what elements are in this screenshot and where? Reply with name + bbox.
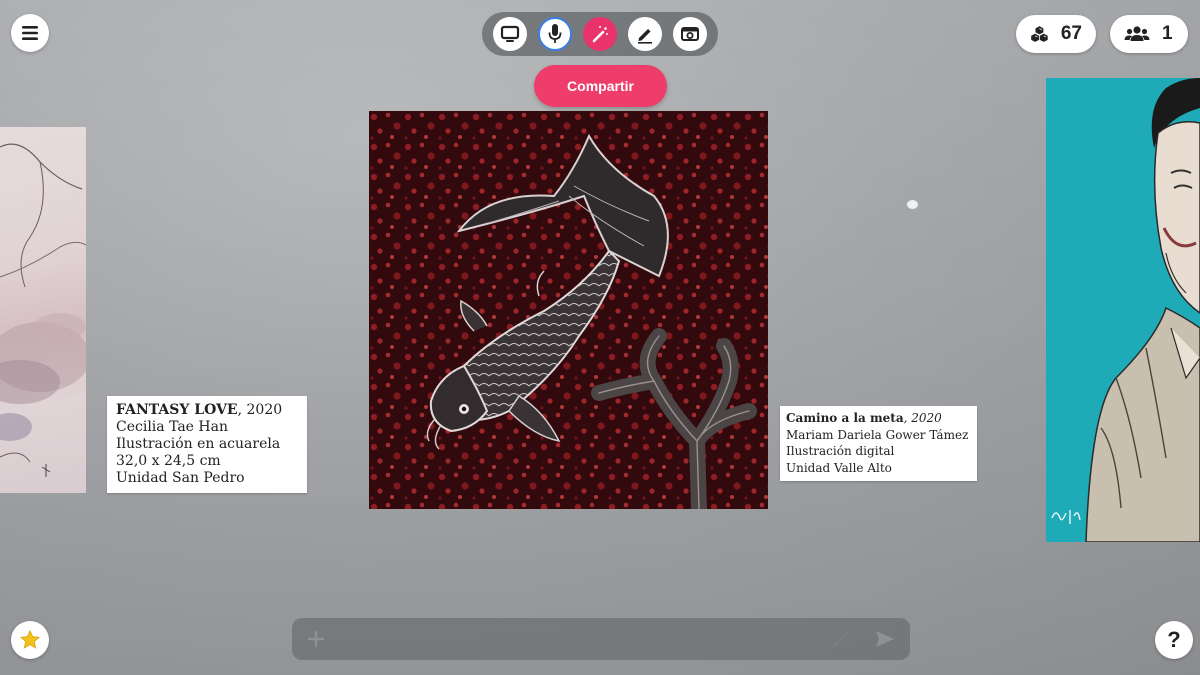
star-icon	[19, 629, 41, 649]
objects-counter[interactable]: 67	[1016, 15, 1096, 53]
microphone-icon	[548, 24, 562, 43]
send-icon[interactable]	[874, 629, 896, 649]
screen-icon	[501, 25, 520, 42]
artwork-center-label: Camino a la meta, 2020 Mariam Dariela Go…	[780, 406, 977, 481]
artwork-right-image[interactable]	[1046, 78, 1200, 542]
media-toolbar	[482, 12, 718, 56]
magic-wand-icon	[592, 26, 608, 43]
users-icon	[1124, 26, 1150, 41]
chat-bar	[292, 618, 910, 660]
artwork-left-year: , 2020	[237, 402, 283, 418]
artwork-center-artist: Mariam Dariela Gower Támez	[786, 427, 969, 442]
users-count: 1	[1162, 23, 1173, 44]
artwork-left-size: 32,0 x 24,5 cm	[116, 453, 221, 469]
wall-marker-dot	[907, 200, 918, 209]
artwork-center-title: Camino a la meta	[786, 411, 904, 425]
pen-icon	[637, 29, 652, 44]
question-mark-icon: ?	[1167, 627, 1181, 652]
screen-share-button[interactable]	[493, 17, 528, 51]
effects-button[interactable]	[582, 17, 617, 51]
pen-button[interactable]	[627, 17, 662, 51]
artwork-center-technique: Ilustración digital	[786, 444, 895, 458]
koi-fish-painting	[369, 111, 768, 509]
artwork-center-image[interactable]	[369, 111, 768, 509]
camera-button[interactable]	[672, 17, 707, 51]
cubes-icon	[1031, 26, 1048, 42]
share-button[interactable]: Compartir	[534, 65, 667, 107]
artwork-left-artist: Cecilia Tae Han	[116, 419, 228, 435]
objects-count: 67	[1060, 23, 1082, 44]
portrait-painting	[1051, 78, 1200, 542]
chat-input[interactable]	[340, 629, 830, 649]
camera-icon	[680, 27, 699, 41]
watercolor-painting	[0, 143, 86, 477]
magic-wand-icon[interactable]	[830, 628, 852, 650]
artwork-left-title-line: FANTASY LOVE, 2020	[116, 402, 298, 419]
artwork-center-year: , 2020	[903, 411, 942, 425]
microphone-button[interactable]	[538, 17, 573, 51]
plus-icon[interactable]	[306, 629, 326, 649]
artwork-left-title: FANTASY LOVE	[116, 402, 238, 418]
help-button[interactable]: ?	[1155, 621, 1193, 659]
favorites-button[interactable]	[11, 621, 49, 659]
artwork-left-image[interactable]	[0, 127, 86, 493]
users-counter[interactable]: 1	[1110, 15, 1188, 53]
artwork-center-unit: Unidad Valle Alto	[786, 460, 892, 475]
menu-button[interactable]	[11, 14, 49, 52]
artwork-left-technique: Ilustración en acuarela	[116, 436, 281, 452]
artwork-center-title-line: Camino a la meta, 2020	[786, 410, 971, 427]
artwork-left-unit: Unidad San Pedro	[116, 470, 245, 486]
artwork-left-label: FANTASY LOVE, 2020 Cecilia Tae Han Ilust…	[107, 396, 307, 493]
hamburger-icon	[22, 26, 38, 40]
